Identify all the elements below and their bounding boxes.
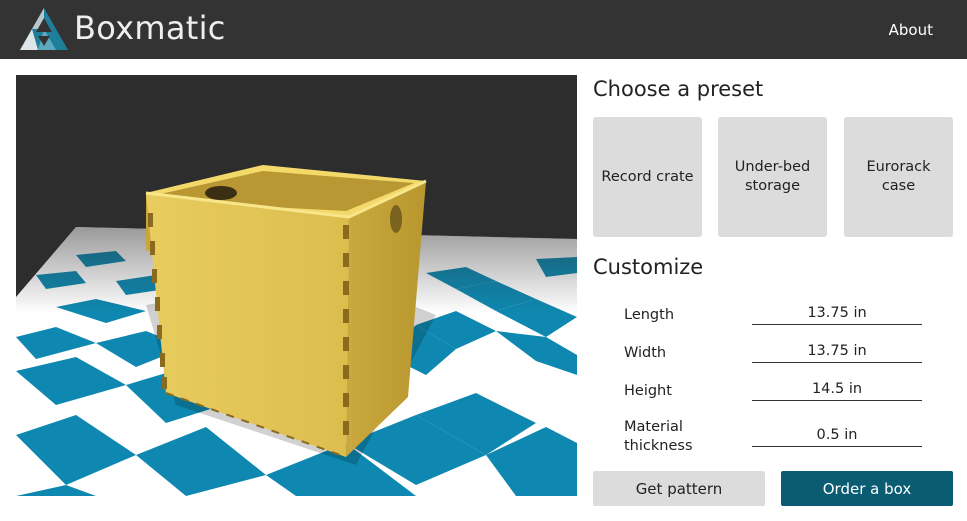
order-box-button[interactable]: Order a box xyxy=(781,471,953,506)
height-label: Height xyxy=(624,383,672,399)
material-thickness-label: Material thickness xyxy=(624,419,693,454)
preset-under-bed-storage[interactable]: Under-bed storage xyxy=(718,117,827,237)
width-input[interactable] xyxy=(752,340,922,363)
top-header: Boxmatic About xyxy=(0,0,967,59)
preview-canvas xyxy=(16,165,577,496)
box-3d-preview[interactable] xyxy=(16,75,577,496)
about-link[interactable]: About xyxy=(889,20,933,40)
height-input[interactable] xyxy=(752,378,922,401)
length-label: Length xyxy=(624,307,675,323)
length-input[interactable] xyxy=(752,302,922,325)
width-label: Width xyxy=(624,345,667,361)
brand-name[interactable]: Boxmatic xyxy=(74,8,226,48)
customize-heading: Customize xyxy=(593,255,704,279)
boxmatic-logo-icon[interactable] xyxy=(18,6,70,52)
preset-record-crate[interactable]: Record crate xyxy=(593,117,702,237)
get-pattern-button[interactable]: Get pattern xyxy=(593,471,765,506)
preset-heading: Choose a preset xyxy=(593,77,764,101)
preset-eurorack-case[interactable]: Eurorack case xyxy=(844,117,953,237)
material-thickness-input[interactable] xyxy=(752,424,922,447)
